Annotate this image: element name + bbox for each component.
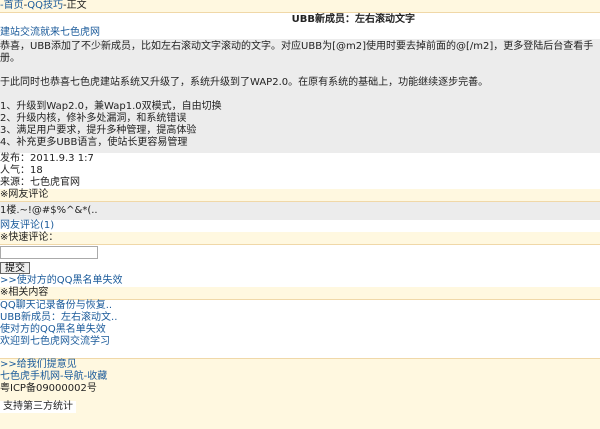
list-item: 3、满足用户要求，提升多种管理，提高体验 bbox=[0, 125, 197, 136]
published: 发布：2011.9.3 1:7 bbox=[0, 153, 94, 164]
current-page: 正文 bbox=[66, 0, 87, 11]
submit-button[interactable]: 提交 bbox=[0, 262, 30, 274]
next-article-link[interactable]: >>使对方的QQ黑名单失效 bbox=[0, 275, 123, 286]
icp-number: 粤ICP备09000002号 bbox=[0, 382, 97, 394]
feedback-link[interactable]: >>给我们提意见 bbox=[0, 359, 77, 370]
home-link[interactable]: -首页 bbox=[0, 0, 24, 11]
related-link[interactable]: 使对方的QQ黑名单失效 bbox=[0, 324, 106, 335]
comments-more-link[interactable]: 网友评论(1) bbox=[0, 220, 54, 231]
nav-link[interactable]: 导航 bbox=[64, 371, 84, 382]
comment-input[interactable] bbox=[0, 246, 98, 259]
list-item: 4、补充更多UBB语言，使站长更容易管理 bbox=[0, 137, 188, 148]
related-link[interactable]: UBB新成员：左右滚动文.. bbox=[0, 312, 117, 323]
list-item: 2、升级内核，修补多处漏洞，和系统错误 bbox=[0, 113, 187, 124]
footer: >>给我们提意见 七色虎手机网-导航-收藏 粤ICP备09000002号 支持第… bbox=[0, 357, 600, 429]
paragraph: 恭喜，UBB添加了不少新成员，比如左右滚动文字滚动的文字。对应UBB为[@m2]… bbox=[0, 41, 594, 64]
site-home-link[interactable]: 七色虎手机网 bbox=[0, 371, 60, 382]
comments-header: ※网友评论 bbox=[0, 189, 600, 202]
source: 来源：七色虎官网 bbox=[0, 177, 80, 188]
related-header: ※相关内容 bbox=[0, 286, 600, 300]
list-item: 1、升级到Wap2.0，兼Wap1.0双模式，自由切换 bbox=[0, 101, 222, 112]
related-link[interactable]: 欢迎到七色虎网交流学习 bbox=[0, 336, 110, 347]
related-link[interactable]: QQ聊天记录备份与恢复.. bbox=[0, 300, 112, 311]
stats-text: 支持第三方统计 bbox=[0, 400, 76, 413]
page-title: UBB新成员：左右滚动文字 bbox=[291, 14, 415, 25]
comment-item: 1楼.~!@#$%^&*(.. bbox=[0, 202, 600, 220]
site-link[interactable]: 建站交流就来七色虎网 bbox=[0, 27, 100, 38]
views: 人气：18 bbox=[0, 165, 43, 176]
favorite-link[interactable]: 收藏 bbox=[87, 371, 107, 382]
breadcrumb: -首页-QQ技巧-正文 bbox=[0, 0, 600, 13]
category-link[interactable]: QQ技巧 bbox=[27, 0, 63, 11]
quick-comment-header: ※快速评论： bbox=[0, 232, 600, 245]
paragraph: 于此同时也恭喜七色虎建站系统又升级了，系统升级到了WAP2.0。在原有系统的基础… bbox=[0, 77, 489, 88]
article-body: 恭喜，UBB添加了不少新成员，比如左右滚动文字滚动的文字。对应UBB为[@m2]… bbox=[0, 39, 600, 153]
